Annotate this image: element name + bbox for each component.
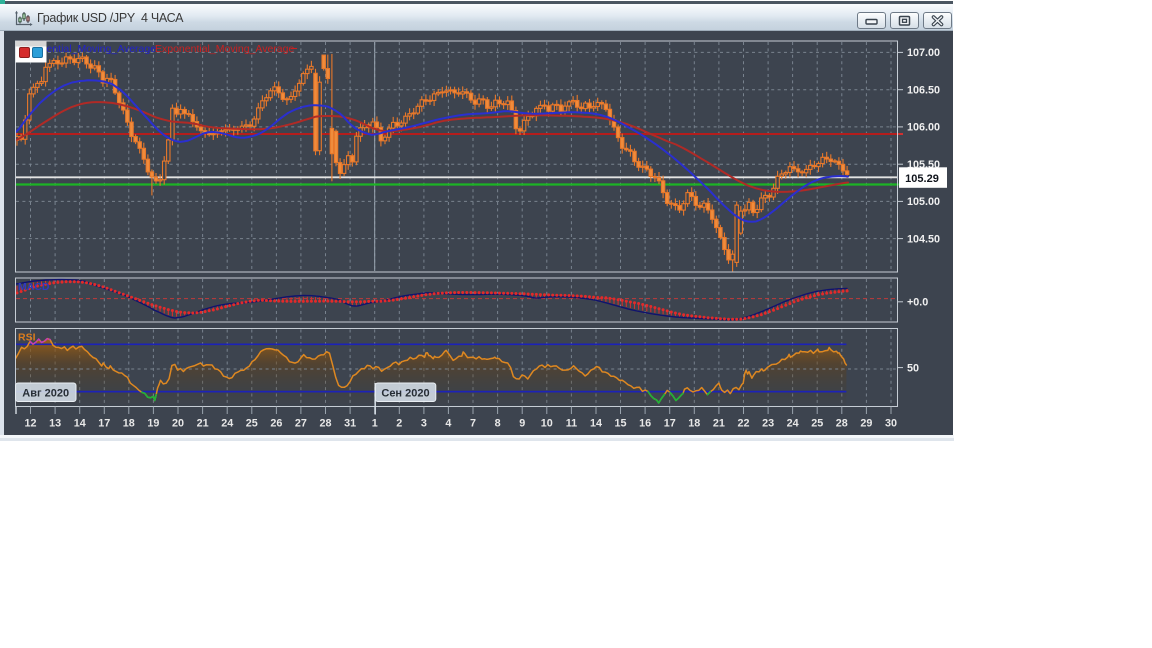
svg-text:17: 17 [664,417,676,429]
svg-text:26: 26 [270,417,282,429]
svg-text:25: 25 [811,417,823,429]
svg-text:27: 27 [295,417,307,429]
svg-text:24: 24 [787,417,799,429]
svg-text:14: 14 [590,417,602,429]
svg-text:10: 10 [541,417,553,429]
svg-text:+0.0: +0.0 [907,297,928,309]
svg-text:Авг 2020: Авг 2020 [22,388,69,400]
svg-text:106.00: 106.00 [907,122,940,134]
svg-text:ential_Moving_Average: ential_Moving_Average [47,43,157,55]
svg-text:28: 28 [836,417,848,429]
svg-text:16: 16 [639,417,651,429]
svg-text:104.50: 104.50 [907,233,940,245]
svg-text:11: 11 [566,417,577,429]
svg-text:30: 30 [885,417,897,429]
svg-text:15: 15 [614,417,626,429]
svg-text:21: 21 [713,417,725,429]
svg-text:13: 13 [49,417,61,429]
svg-text:14: 14 [74,417,86,429]
svg-text:28: 28 [319,417,331,429]
svg-text:25: 25 [246,417,258,429]
svg-text:50: 50 [907,362,919,374]
svg-text:18: 18 [123,417,135,429]
svg-text:2: 2 [396,417,402,429]
svg-text:29: 29 [860,417,872,429]
svg-text:7: 7 [470,417,476,429]
svg-text:RSI: RSI [18,332,36,344]
svg-text:31: 31 [344,417,356,429]
svg-text:23: 23 [762,417,774,429]
svg-text:21: 21 [197,417,209,429]
svg-text:MACD: MACD [18,281,50,293]
svg-text:105.00: 105.00 [907,196,940,208]
svg-text:4: 4 [445,417,451,429]
svg-text:1: 1 [372,417,378,429]
svg-text:9: 9 [519,417,525,429]
svg-text:19: 19 [147,417,159,429]
svg-text:12: 12 [24,417,36,429]
svg-text:3: 3 [421,417,427,429]
svg-text:18: 18 [688,417,700,429]
svg-text:20: 20 [172,417,184,429]
svg-text:107.00: 107.00 [907,47,940,59]
svg-text:22: 22 [737,417,749,429]
svg-text:17: 17 [98,417,110,429]
svg-text:105.29: 105.29 [905,173,939,185]
svg-text:8: 8 [495,417,501,429]
svg-text:Сен 2020: Сен 2020 [381,388,429,400]
svg-text:24: 24 [221,417,233,429]
svg-text:106.50: 106.50 [907,85,940,97]
svg-text:Exponential_Moving_Average: Exponential_Moving_Average [155,43,294,55]
